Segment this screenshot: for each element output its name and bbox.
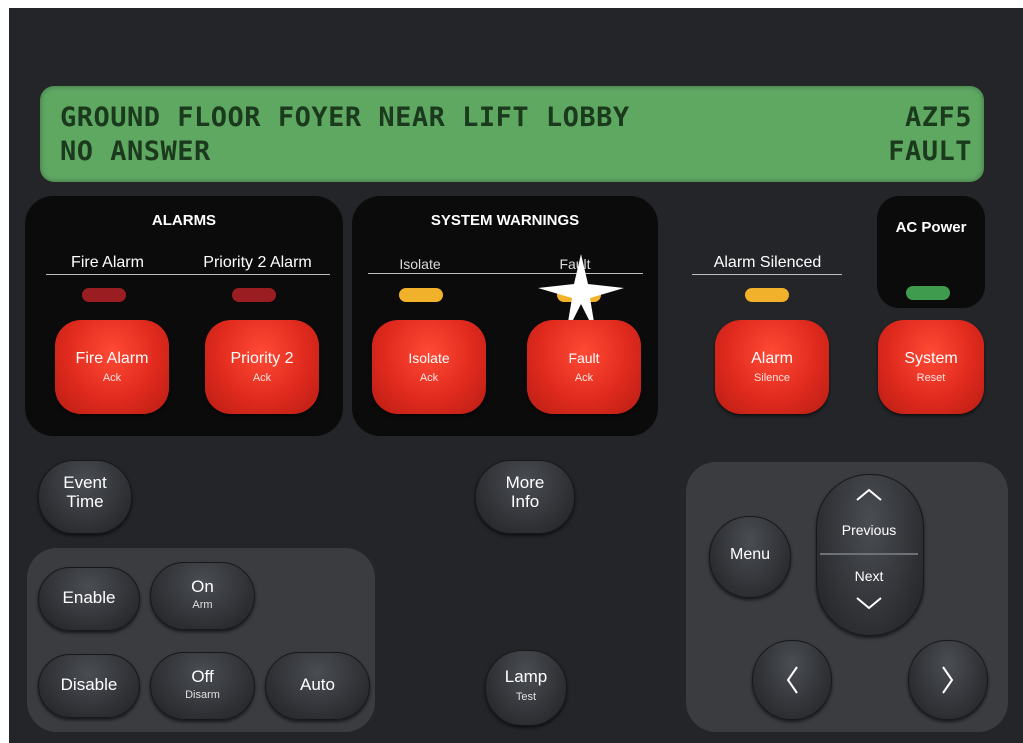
alarms-title: ALARMS: [151, 212, 217, 229]
enable-button[interactable]: Enable: [38, 567, 140, 631]
alarm-silenced-label: Alarm Silenced: [713, 254, 822, 271]
rocker-divider: [820, 553, 918, 555]
lamp-test-button[interactable]: Lamp Test: [485, 650, 567, 726]
menu-button[interactable]: Menu: [709, 516, 791, 598]
lamp-label: Lamp: [504, 667, 548, 686]
chevron-left-icon: [786, 666, 798, 694]
arm-label: Arm: [192, 599, 213, 611]
event-time-button[interactable]: Event Time: [38, 460, 132, 534]
next-button[interactable]: Next: [816, 556, 922, 634]
disable-label: Disable: [60, 675, 118, 694]
right-button[interactable]: [908, 640, 988, 720]
system-reset-button[interactable]: System Reset: [878, 320, 984, 414]
priority2-ack-sub: Ack: [252, 372, 272, 384]
alarm-silence-button[interactable]: Alarm Silence: [715, 320, 829, 414]
previous-button[interactable]: Previous: [816, 474, 922, 554]
system-reset-label: System: [904, 350, 958, 367]
alarms-divider: [46, 274, 330, 275]
more-info-label: More Info: [505, 473, 545, 511]
enable-label: Enable: [62, 588, 116, 607]
priority2-ack-label: Priority 2: [230, 350, 294, 367]
priority2-ack-button[interactable]: Priority 2 Ack: [205, 320, 319, 414]
event-time-label: Event Time: [63, 473, 107, 511]
auto-label: Auto: [300, 675, 335, 694]
fire-alarm-ack-label: Fire Alarm: [75, 350, 149, 367]
chevron-right-icon: [942, 666, 954, 694]
ac-power-led: [906, 286, 950, 300]
disable-button[interactable]: Disable: [38, 654, 140, 718]
left-button[interactable]: [752, 640, 832, 720]
chevron-down-icon: [856, 597, 882, 610]
off-label: Off: [191, 667, 214, 686]
lcd-type: FAULT: [888, 136, 972, 167]
isolate-label: Isolate: [399, 256, 441, 272]
fire-alarm-label: Fire Alarm: [71, 254, 144, 271]
more-info-button[interactable]: More Info: [475, 460, 575, 534]
isolate-ack-label: Isolate: [408, 350, 450, 366]
alarm-silence-label: Alarm: [751, 350, 793, 367]
lcd-location: GROUND FLOOR FOYER NEAR LIFT LOBBY: [60, 102, 630, 133]
lcd-zone: AZF5: [904, 102, 972, 133]
fire-alarm-led: [82, 288, 126, 302]
fire-alarm-ack-button[interactable]: Fire Alarm Ack: [55, 320, 169, 414]
alarm-silence-sub: Silence: [753, 372, 791, 384]
fault-ack-sub: Ack: [574, 372, 594, 384]
menu-label: Menu: [729, 546, 771, 563]
lcd-display: GROUND FLOOR FOYER NEAR LIFT LOBBY AZF5 …: [40, 86, 984, 182]
off-disarm-button[interactable]: Off Disarm: [150, 652, 255, 720]
chevron-up-icon: [856, 488, 882, 501]
isolate-ack-button[interactable]: Isolate Ack: [372, 320, 486, 414]
alarm-silenced-led: [745, 288, 789, 302]
on-arm-button[interactable]: On Arm: [150, 562, 255, 630]
system-warnings-title: SYSTEM WARNINGS: [430, 212, 580, 229]
system-reset-sub: Reset: [916, 372, 946, 384]
fire-alarm-ack-sub: Ack: [102, 372, 122, 384]
previous-label: Previous: [841, 522, 897, 538]
priority2-alarm-led: [232, 288, 276, 302]
lcd-status: NO ANSWER: [60, 136, 211, 167]
silence-divider: [692, 274, 842, 275]
fault-ack-button[interactable]: Fault Ack: [527, 320, 641, 414]
priority2-alarm-label: Priority 2 Alarm: [203, 254, 312, 271]
auto-button[interactable]: Auto: [265, 652, 370, 720]
isolate-led: [399, 288, 443, 302]
on-label: On: [191, 577, 214, 596]
fault-ack-label: Fault: [568, 350, 600, 366]
next-label: Next: [854, 568, 884, 584]
test-label: Test: [515, 691, 537, 703]
ac-power-title: AC Power: [895, 219, 967, 236]
disarm-label: Disarm: [185, 689, 220, 701]
isolate-ack-sub: Ack: [419, 372, 439, 384]
